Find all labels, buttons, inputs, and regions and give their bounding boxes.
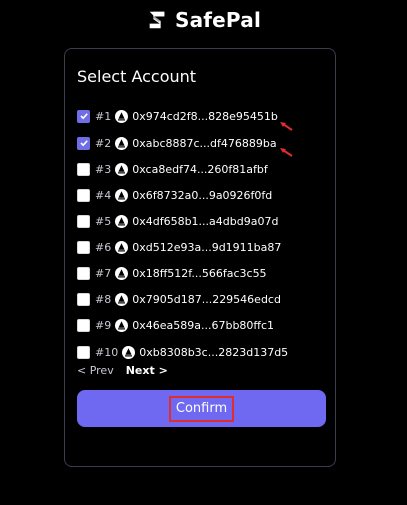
account-row[interactable]: #1 0x974cd2f8...828e95451b — [77, 107, 278, 125]
account-row[interactable]: #9 0x46ea589a...67bb80ffc1 — [77, 316, 274, 334]
account-checkbox[interactable] — [77, 318, 90, 332]
account-row[interactable]: #8 0x7905d187...229546edcd — [77, 290, 281, 308]
account-avatar-icon — [115, 109, 129, 123]
account-index: #1 — [95, 109, 112, 123]
account-address: 0x46ea589a...67bb80ffc1 — [132, 318, 275, 332]
pagination: < Prev Next > — [77, 364, 168, 377]
account-avatar-icon — [115, 188, 129, 202]
account-address: 0x6f8732a0...9a0926f0fd — [132, 188, 273, 202]
account-avatar-icon — [115, 162, 129, 176]
account-address: 0x4df658b1...a4dbd9a07d — [132, 214, 279, 228]
account-address: 0xd512e93a...9d1911ba87 — [132, 240, 282, 254]
account-avatar-icon — [115, 266, 129, 280]
account-checkbox[interactable] — [77, 136, 90, 150]
account-avatar-icon — [115, 214, 129, 228]
account-checkbox[interactable] — [77, 188, 90, 202]
account-avatar-icon — [115, 318, 129, 332]
account-address: 0x7905d187...229546edcd — [132, 292, 281, 306]
account-checkbox[interactable] — [77, 214, 90, 228]
account-row[interactable]: #6 0xd512e93a...9d1911ba87 — [77, 238, 281, 256]
account-index: #9 — [95, 318, 112, 332]
select-account-card: Select Account #1 0x974cd2f8...828e95451b… — [64, 48, 336, 467]
account-row[interactable]: #4 0x6f8732a0...9a0926f0fd — [77, 186, 272, 204]
account-avatar-icon — [115, 136, 129, 150]
account-checkbox[interactable] — [77, 266, 90, 280]
account-address: 0xabc8887c...df476889ba — [132, 136, 277, 150]
account-address: 0xca8edf74...260f81afbf — [132, 162, 268, 176]
brand-header: SafePal — [0, 8, 407, 32]
account-index: #8 — [95, 292, 112, 306]
account-avatar-icon — [115, 240, 129, 254]
next-page-link[interactable]: Next > — [126, 364, 168, 377]
account-checkbox[interactable] — [77, 240, 90, 254]
account-index: #5 — [95, 214, 112, 228]
account-index: #3 — [95, 162, 112, 176]
account-checkbox[interactable] — [77, 292, 90, 306]
checkmark-icon — [79, 113, 88, 120]
account-checkbox[interactable] — [77, 162, 90, 176]
account-avatar-icon — [115, 292, 129, 306]
red-arrow-icon — [280, 122, 293, 131]
confirm-button[interactable]: Confirm — [77, 390, 326, 427]
account-row[interactable]: #3 0xca8edf74...260f81afbf — [77, 160, 268, 178]
account-checkbox[interactable] — [77, 345, 90, 359]
safepal-logo-icon — [149, 11, 165, 29]
prev-page-link[interactable]: < Prev — [77, 364, 114, 377]
account-index: #4 — [95, 188, 112, 202]
account-row[interactable]: #5 0x4df658b1...a4dbd9a07d — [77, 212, 278, 230]
account-index: #7 — [95, 266, 112, 280]
account-index: #6 — [95, 240, 112, 254]
account-avatar-icon — [122, 345, 136, 359]
account-address: 0x974cd2f8...828e95451b — [132, 109, 278, 123]
account-row[interactable]: #2 0xabc8887c...df476889ba — [77, 134, 277, 152]
account-address: 0x18ff512f...566fac3c55 — [132, 266, 267, 280]
confirm-button-label: Confirm — [168, 395, 235, 422]
red-arrow-icon — [280, 148, 293, 157]
checkmark-icon — [79, 140, 88, 147]
account-index: #10 — [95, 345, 119, 359]
brand-name: SafePal — [174, 8, 262, 32]
account-index: #2 — [95, 136, 112, 150]
account-row[interactable]: #10 0xb8308b3c...2823d137d5 — [77, 343, 288, 361]
account-row[interactable]: #7 0x18ff512f...566fac3c55 — [77, 264, 267, 282]
account-checkbox[interactable] — [77, 109, 90, 123]
account-address: 0xb8308b3c...2823d137d5 — [139, 345, 289, 359]
card-title: Select Account — [77, 67, 197, 86]
